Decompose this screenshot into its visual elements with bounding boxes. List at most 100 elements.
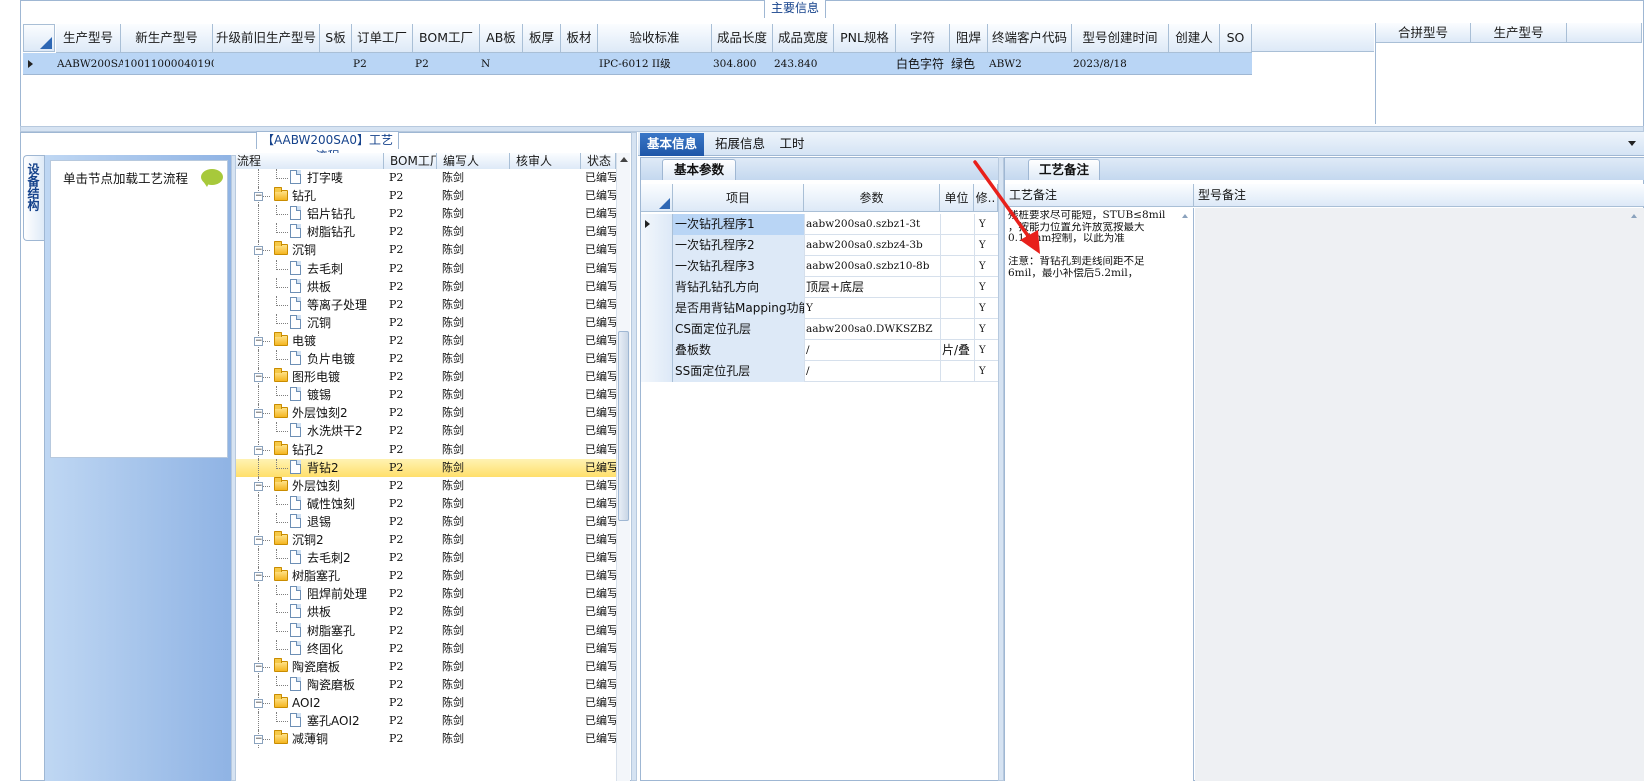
params-row-header[interactable] [641,298,673,319]
process-col-header[interactable]: BOM工厂 [384,153,437,170]
process-tree-row[interactable]: 去毛刺2 P2 陈剑 已编写 [236,549,616,568]
process-tree-row[interactable]: 负片电镀 P2 陈剑 已编写 [236,350,616,368]
params-row-header[interactable] [641,235,673,256]
collapse-toggle-icon[interactable]: − [254,662,263,672]
process-tree-row[interactable]: − 钻孔 P2 陈剑 已编写 [236,187,616,206]
params-row[interactable]: 一次钻孔程序2 aabw200sa0.szbz4-3b Y [641,235,998,256]
main-col-header[interactable]: BOM工厂 [413,24,480,53]
process-tree[interactable]: 打字唛 P2 陈剑 已编写 − 钻孔 P2 陈剑 已编写 铝片钻孔 P2 陈剑 已编写 树脂钻孔 P2 陈剑已… [236,169,616,781]
main-col-header[interactable]: 升级前旧生产型号 [213,24,320,53]
process-tree-row[interactable]: 塞孔AOI2 P2 陈剑 已编写 [236,712,616,730]
params-row-header[interactable] [641,361,673,382]
tab-extended-info[interactable]: 拓展信息 [708,133,772,156]
params-row[interactable]: 叠板数 / 片/叠 Y [641,340,998,361]
tab-dropdown-icon[interactable] [1628,141,1636,146]
params-row[interactable]: SS面定位孔层 / Y [641,361,998,382]
process-tree-row[interactable]: 等离子处理 P2 陈剑 已编写 [236,295,616,314]
process-col-header[interactable]: 编写人 [437,153,510,170]
process-tree-row[interactable]: 背钻2 P2 陈剑 已编写 [236,458,616,477]
main-col-header[interactable]: 阻焊 [950,24,988,53]
scroll-thumb[interactable] [618,331,629,521]
process-col-header[interactable]: 状态 [581,153,616,170]
process-tree-row[interactable]: − AOI2 P2 陈剑 已编写 [236,693,616,712]
params-row[interactable]: 是否用背钻Mapping功能 Y Y [641,298,998,319]
main-grid-corner[interactable] [23,24,55,52]
process-tree-row[interactable]: − 电镀 P2 陈剑 已编写 [236,331,616,350]
collapse-toggle-icon[interactable]: − [254,536,263,545]
param-value[interactable]: 顶层+底层 [805,277,940,298]
process-tree-row[interactable]: − 沉铜 P2 陈剑 已编写 [236,241,616,260]
main-col-header[interactable]: 成品宽度 [773,24,834,53]
tab-basic-params[interactable]: 基本参数 [662,159,736,180]
process-tree-row[interactable]: 烘板 P2 陈剑 已编写 [236,603,616,622]
process-tree-row[interactable]: 铝片钻孔 P2 陈剑 已编写 [236,205,616,224]
collapse-toggle-icon[interactable]: − [254,445,263,455]
params-row[interactable]: 一次钻孔程序3 aabw200sa0.szbz10-8b Y [641,256,998,277]
param-value[interactable]: / [805,340,940,361]
process-tree-row[interactable]: 退锡 P2 陈剑 已编写 [236,512,616,531]
process-tree-row[interactable]: 沉铜 P2 陈剑 已编写 [236,313,616,332]
main-col-header[interactable]: 板材 [561,24,598,53]
collapse-toggle-icon[interactable]: − [254,481,263,491]
collapse-toggle-icon[interactable]: − [254,192,263,202]
main-col-header[interactable]: 验收标准 [598,24,712,53]
scroll-up-icon[interactable] [620,157,628,162]
params-row-header[interactable] [641,340,673,361]
params-col-header[interactable]: 参数 [804,184,940,212]
param-value[interactable]: Y [805,298,940,319]
collapse-toggle-icon[interactable]: − [254,735,263,745]
main-col-header[interactable]: 型号创建时间 [1072,24,1169,53]
main-col-header[interactable]: 新生产型号 [121,24,213,53]
param-value[interactable]: aabw200sa0.DWKSZBZ [805,319,940,340]
main-col-header[interactable]: 生产型号 [56,24,121,53]
process-tree-row[interactable]: 阻焊前处理 P2 陈剑 已编写 [236,585,616,604]
main-col-header[interactable]: PNL规格 [834,24,896,53]
prod-col-header[interactable]: 生产型号 [1471,23,1567,43]
main-col-header[interactable]: 字符 [896,24,950,53]
process-tree-row[interactable]: − 沉铜2 P2 陈剑 已编写 [236,531,616,549]
process-tree-row[interactable]: 水洗烘干2 P2 陈剑 已编写 [236,422,616,441]
process-tree-row[interactable]: − 陶瓷磨板 P2 陈剑 已编写 [236,657,616,676]
process-tree-row[interactable]: − 树脂塞孔 P2 陈剑 已编写 [236,567,616,586]
params-row[interactable]: CS面定位孔层 aabw200sa0.DWKSZBZ Y [641,319,998,340]
main-grid-row[interactable]: AABW200SA0 10011000040190 P2 P2 N IPC-60… [23,53,1252,75]
main-col-header[interactable]: S板 [320,24,352,53]
tab-basic-info[interactable]: 基本信息 [640,133,704,156]
process-tree-row[interactable]: − 钻孔2 P2 陈剑 已编写 [236,440,616,459]
main-col-header[interactable]: 终端客户代码 [988,24,1072,53]
model-notes-textarea[interactable] [1195,208,1644,781]
param-value[interactable]: aabw200sa0.szbz1-3t [805,214,940,235]
process-tree-row[interactable]: − 减薄铜 P2 陈剑 已编写 [236,730,616,749]
tab-work-hours[interactable]: 工时 [774,133,810,156]
process-tree-row[interactable]: 树脂钻孔 P2 陈剑 已编写 [236,223,616,242]
main-col-header[interactable]: 订单工厂 [352,24,413,53]
main-col-header[interactable]: SO [1220,24,1252,53]
process-tree-row[interactable]: 树脂塞孔 P2 陈剑 已编写 [236,621,616,640]
process-scrollbar[interactable] [616,153,630,781]
main-col-header[interactable]: 板厚 [523,24,561,53]
middle-splitter[interactable] [631,132,637,781]
param-value[interactable]: aabw200sa0.szbz4-3b [805,235,940,256]
param-value[interactable]: aabw200sa0.szbz10-8b [805,256,940,277]
process-tree-row[interactable]: 碱性蚀刻 P2 陈剑 已编写 [236,494,616,513]
main-col-header[interactable]: AB板 [480,24,523,53]
collapse-toggle-icon[interactable]: − [254,698,263,708]
collapse-toggle-icon[interactable]: − [254,246,263,256]
notes-scroll-up-icon[interactable] [1182,214,1188,218]
process-tree-row[interactable]: 打字唛 P2 陈剑 已编写 [236,169,616,187]
params-row[interactable]: 一次钻孔程序1 aabw200sa0.szbz1-3t Y [641,214,998,235]
collapse-toggle-icon[interactable]: − [254,373,263,383]
process-notes-textarea[interactable]: 残桩要求尽可能短，STUB≤8mil ，按能力位置允许放宽按最大 0.15mm控制，… [1005,208,1194,781]
params-col-header[interactable]: 项目 [673,184,804,212]
process-tree-row[interactable]: 终固化 P2 陈剑 已编写 [236,639,616,658]
params-row-header[interactable] [641,256,673,277]
param-value[interactable]: / [805,361,940,382]
process-tree-row[interactable]: − 外层蚀刻2 P2 陈剑 已编写 [236,404,616,423]
process-tree-row[interactable]: − 图形电镀 P2 陈剑 已编写 [236,368,616,387]
process-tree-row[interactable]: − 外层蚀刻 P2 陈剑 已编写 [236,476,616,495]
merge-col-header[interactable]: 合拼型号 [1376,23,1471,43]
model-notes-scroll-up-icon[interactable] [1631,214,1637,218]
collapse-toggle-icon[interactable]: − [254,409,263,419]
params-row[interactable]: 背钻孔钻孔方向 顶层+底层 Y [641,277,998,298]
process-tree-row[interactable]: 镀锡 P2 陈剑 已编写 [236,386,616,405]
